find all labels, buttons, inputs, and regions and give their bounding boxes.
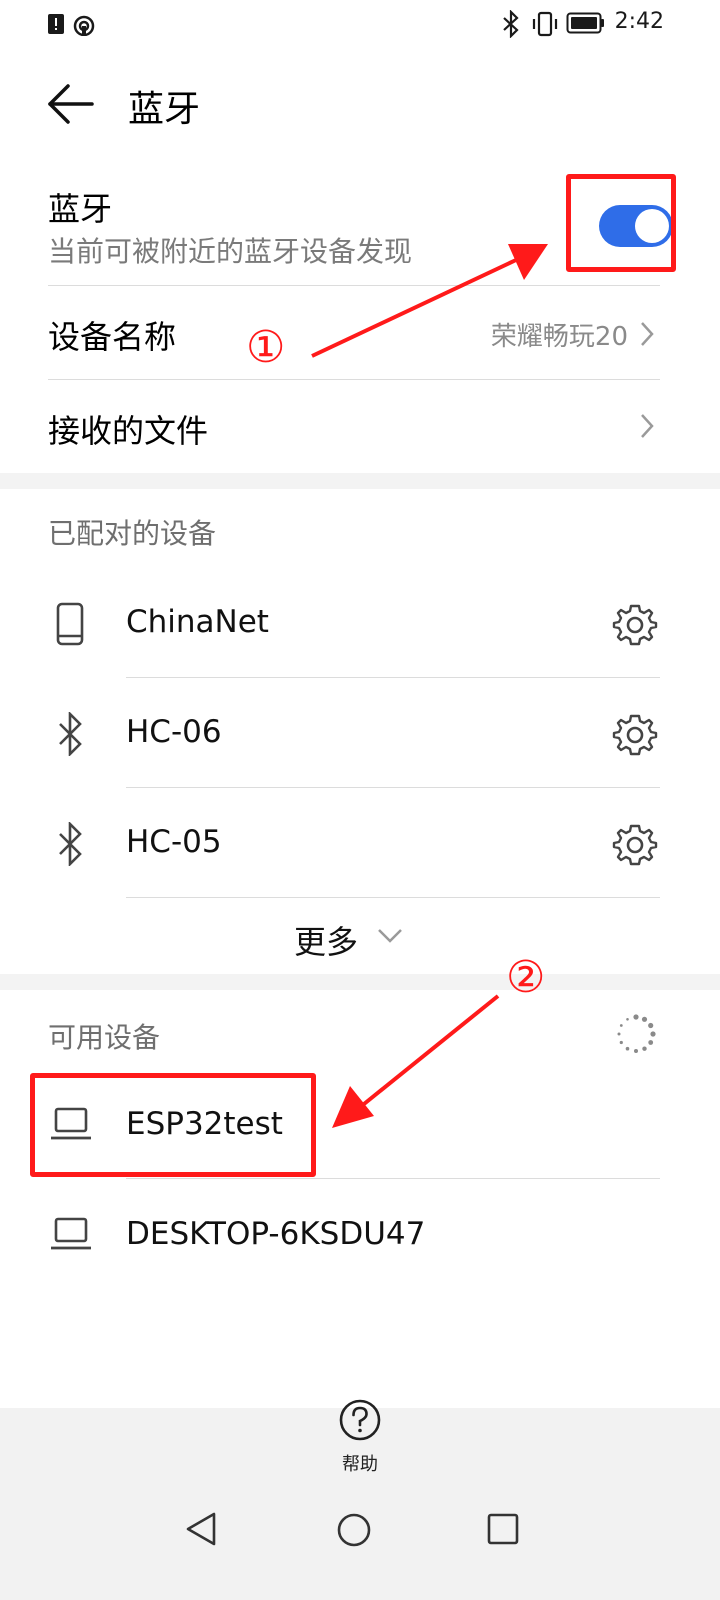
- received-files-row[interactable]: 接收的文件: [0, 380, 720, 472]
- divider: [126, 787, 660, 788]
- help-label: 帮助: [342, 1454, 378, 1475]
- device-name-row[interactable]: 设备名称 荣耀畅玩20: [0, 286, 720, 380]
- divider: [126, 1178, 660, 1179]
- bluetooth-row-subtitle: 当前可被附近的蓝牙设备发现: [48, 235, 413, 268]
- bluetooth-icon: [59, 712, 82, 756]
- help-button[interactable]: 帮助: [322, 1396, 398, 1476]
- phone-icon: [56, 602, 84, 646]
- vibrate-icon: [532, 11, 558, 37]
- help-icon: [339, 1399, 381, 1441]
- chevron-right-icon: [641, 322, 654, 346]
- nav-back-icon[interactable]: [184, 1510, 218, 1548]
- loading-spinner-icon: [617, 1014, 656, 1053]
- gear-icon[interactable]: [612, 602, 658, 648]
- paired-device-name: HC-06: [126, 714, 222, 750]
- back-arrow-icon: [48, 84, 94, 124]
- nav-home-icon[interactable]: [336, 1512, 372, 1548]
- page-title: 蓝牙: [128, 89, 201, 130]
- available-device-name: DESKTOP-6KSDU47: [126, 1216, 426, 1252]
- paired-device-name: ChinaNet: [126, 604, 269, 640]
- status-bar: 2:42: [0, 0, 720, 50]
- divider: [126, 897, 660, 898]
- back-button[interactable]: [44, 82, 96, 126]
- divider: [126, 677, 660, 678]
- gear-icon[interactable]: [612, 822, 658, 868]
- chevron-right-icon: [641, 414, 654, 438]
- section-gap: [0, 974, 720, 990]
- paired-device-row[interactable]: HC-05: [0, 790, 720, 898]
- annotation-box-toggle: [566, 174, 676, 272]
- device-name-value: 荣耀畅玩20: [490, 322, 628, 352]
- nav-recents-icon[interactable]: [486, 1512, 520, 1546]
- paired-device-row[interactable]: ChinaNet: [0, 570, 720, 678]
- annotation-number-one: ①: [246, 322, 286, 373]
- annotation-number-two: ②: [506, 952, 546, 1003]
- device-name-label: 设备名称: [48, 318, 177, 356]
- paired-device-row[interactable]: HC-06: [0, 680, 720, 788]
- bluetooth-status-icon: [503, 10, 519, 38]
- section-gap: [0, 473, 720, 489]
- available-devices-header: 可用设备: [48, 1021, 161, 1054]
- received-files-label: 接收的文件: [48, 412, 209, 450]
- paired-device-name: HC-05: [126, 824, 222, 860]
- annotation-box-esp32: [30, 1073, 316, 1177]
- more-label: 更多: [294, 923, 359, 961]
- available-device-row[interactable]: DESKTOP-6KSDU47: [0, 1182, 720, 1288]
- notification-icons: [48, 14, 95, 36]
- more-button[interactable]: 更多: [280, 905, 440, 965]
- chevron-down-icon: [378, 929, 402, 943]
- bluetooth-icon: [59, 822, 82, 866]
- gear-icon[interactable]: [612, 712, 658, 758]
- bluetooth-row-title: 蓝牙: [48, 190, 113, 228]
- status-time: 2:42: [614, 9, 664, 34]
- paired-devices-header: 已配对的设备: [48, 517, 217, 550]
- battery-icon: [566, 12, 604, 34]
- laptop-icon: [51, 1217, 91, 1250]
